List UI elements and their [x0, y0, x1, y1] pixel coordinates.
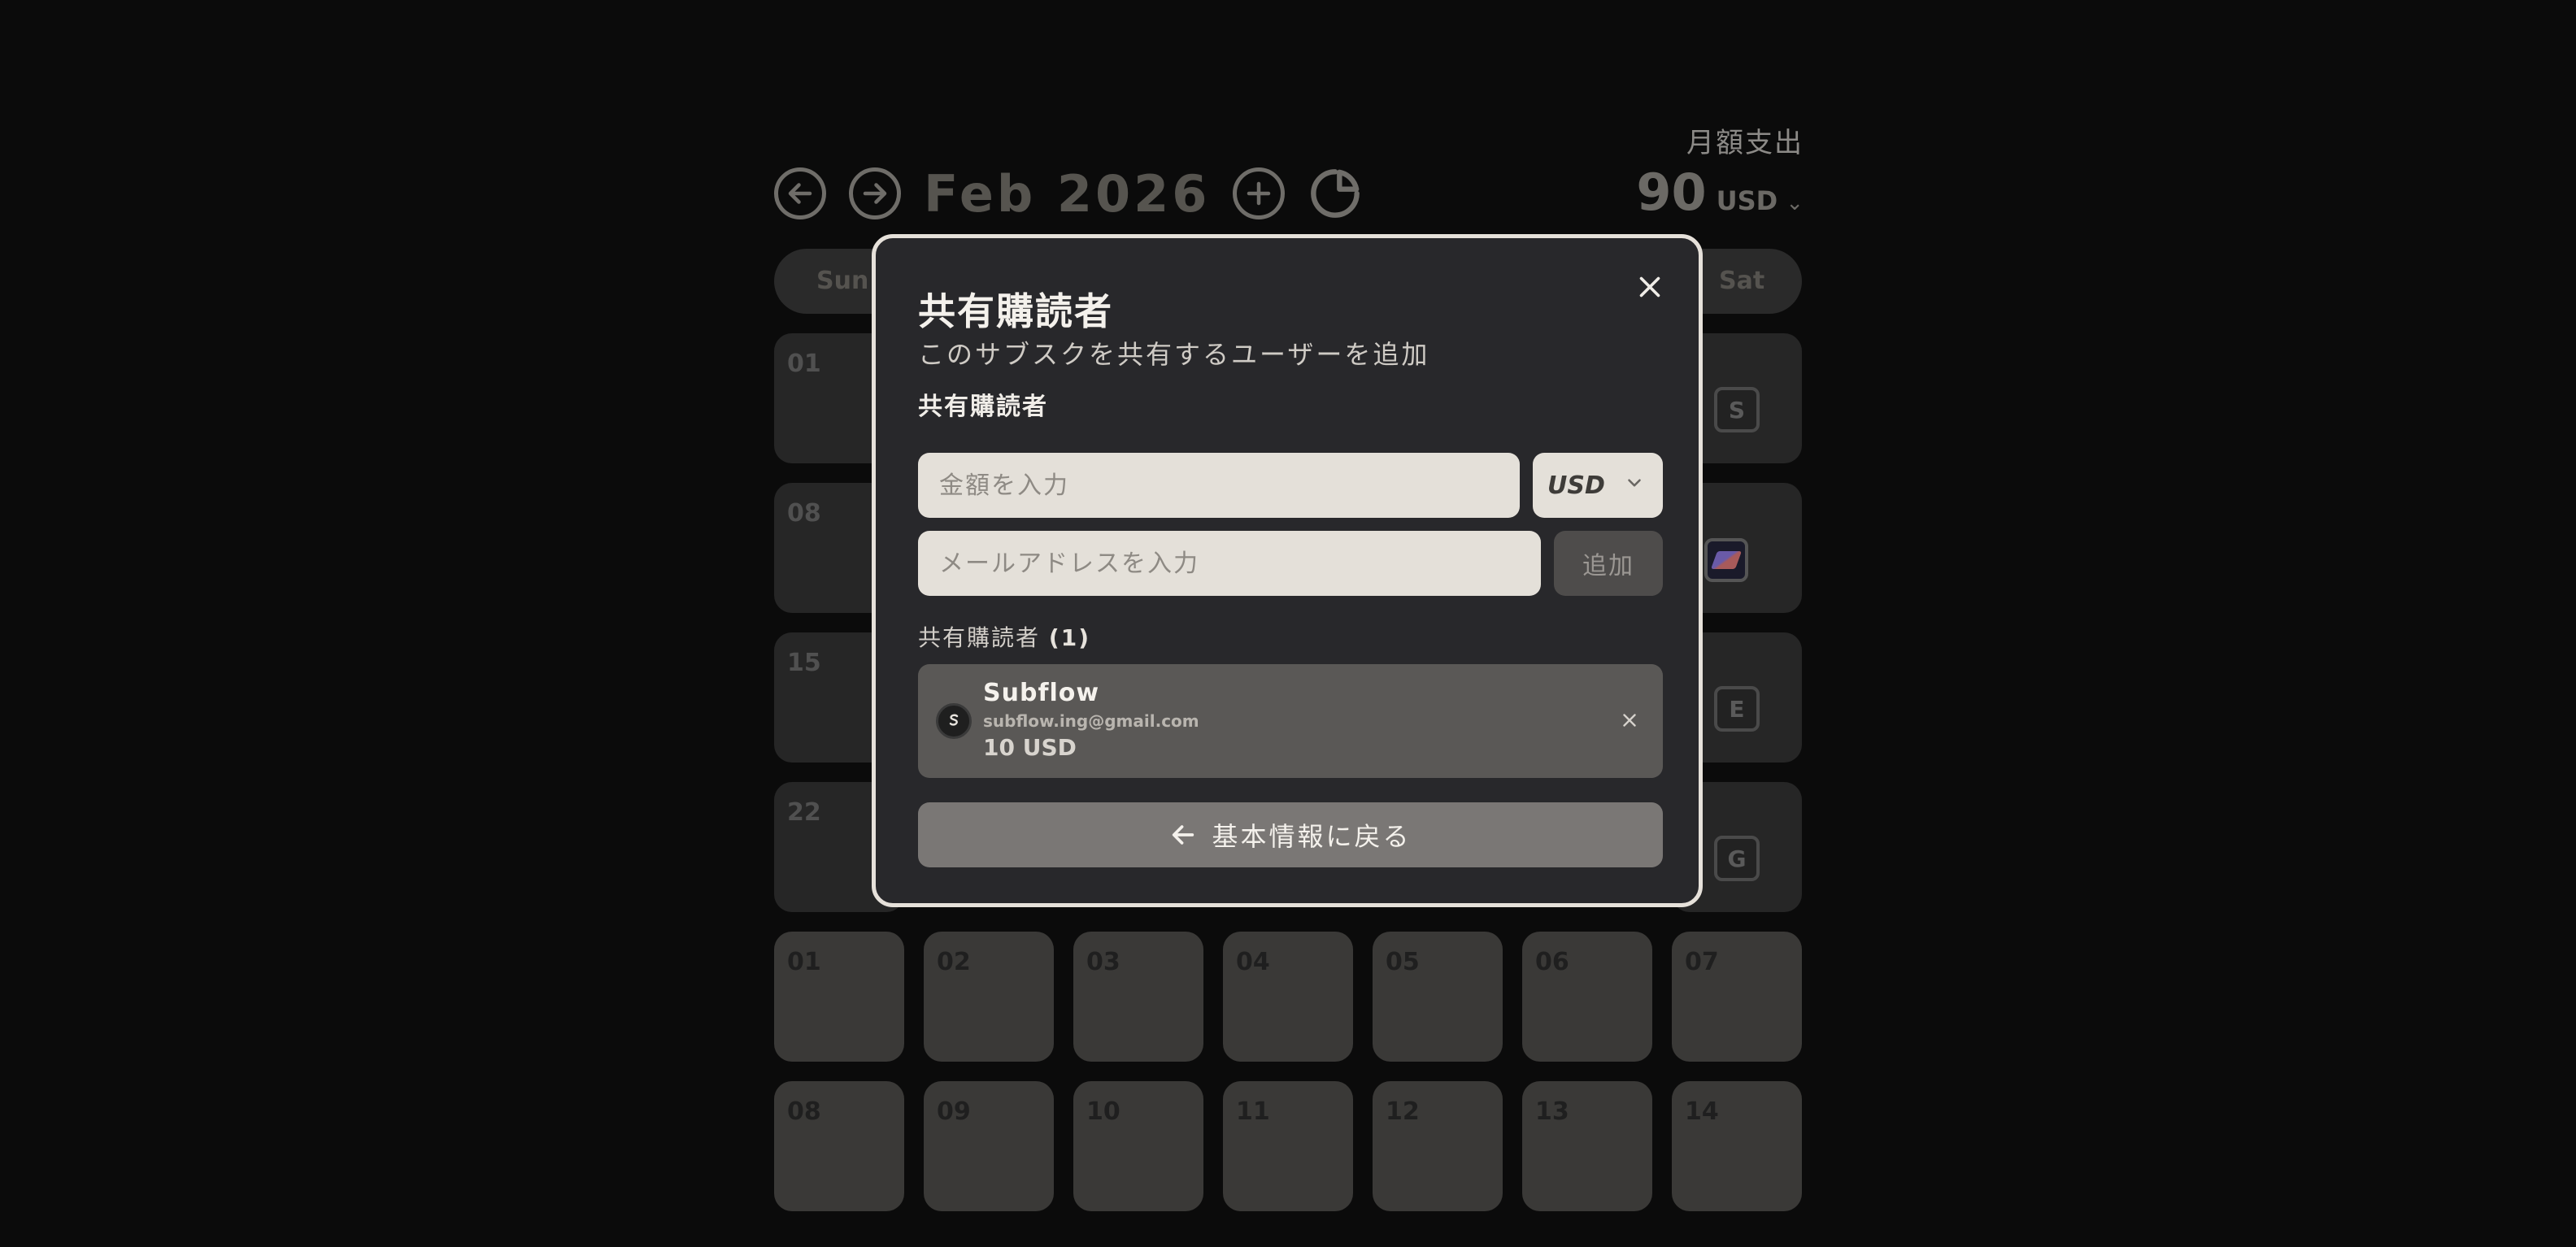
calendar-day[interactable]: 13	[1522, 1081, 1652, 1211]
calendar-header: Feb 2026	[774, 163, 1363, 224]
calendar-day[interactable]: 14	[1672, 1081, 1802, 1211]
weekday-sun: Sun	[816, 267, 869, 295]
subscriber-name: Subflow	[983, 679, 1100, 707]
plus-icon	[1247, 181, 1271, 206]
calendar-day[interactable]: 05	[1373, 932, 1503, 1062]
subscriber-amount: 10 USD	[983, 734, 1077, 761]
day-number: 03	[1086, 948, 1120, 976]
day-number: 01	[787, 350, 821, 378]
subscriber-email: subflow.ing@gmail.com	[983, 711, 1199, 731]
modal-title: 共有購読者	[918, 289, 1113, 333]
day-number: 08	[787, 1097, 821, 1126]
subscription-badge[interactable]: G	[1714, 836, 1760, 881]
arrow-left-icon	[1173, 825, 1194, 845]
chart-view-button[interactable]	[1308, 166, 1363, 221]
calendar-day[interactable]: 04	[1223, 932, 1353, 1062]
calendar-day[interactable]: 08	[774, 1081, 904, 1211]
calendar-day[interactable]: 01	[774, 932, 904, 1062]
total-amount-value: 90	[1636, 163, 1707, 222]
day-number: 09	[937, 1097, 971, 1126]
prev-month-button[interactable]	[774, 167, 826, 219]
back-button-label: 基本情報に戻る	[1212, 821, 1412, 852]
day-number: 10	[1086, 1097, 1120, 1126]
day-number: 14	[1685, 1097, 1719, 1126]
day-number: 13	[1535, 1097, 1569, 1126]
day-number: 01	[787, 948, 821, 976]
currency-select[interactable]: USD	[1533, 453, 1663, 518]
day-number: 08	[787, 499, 821, 528]
calendar-day[interactable]: 11	[1223, 1081, 1353, 1211]
month-title: Feb 2026	[924, 163, 1211, 224]
email-input[interactable]	[918, 531, 1541, 596]
next-month-button[interactable]	[849, 167, 901, 219]
calendar-day[interactable]: 03	[1073, 932, 1203, 1062]
shared-subscribers-modal: 共有購読者 このサブスクを共有するユーザーを追加 共有購読者 USD 追加 共有…	[872, 234, 1703, 907]
subscriber-card: Subflow subflow.ing@gmail.com 10 USD	[918, 664, 1663, 778]
avatar	[936, 703, 972, 739]
calendar-day[interactable]: 10	[1073, 1081, 1203, 1211]
day-number: 22	[787, 798, 821, 827]
calendar-day[interactable]: 06	[1522, 932, 1652, 1062]
day-number: 05	[1386, 948, 1420, 976]
day-number: 02	[937, 948, 971, 976]
arrow-left-icon	[788, 183, 812, 204]
add-subscription-button[interactable]	[1233, 167, 1286, 219]
calendar-day[interactable]: 02	[924, 932, 1054, 1062]
app-root: 月額支出 Feb 2026 90 USD ⌄ Sun Sat 01 7 S 08	[0, 0, 2576, 1247]
calendar-day[interactable]: 07	[1672, 932, 1802, 1062]
monthly-spend-label: 月額支出	[1686, 127, 1804, 159]
subscriber-list-label: 共有購読者 (1)	[918, 620, 1090, 653]
close-button[interactable]	[1630, 267, 1669, 306]
back-to-basic-info-button[interactable]: 基本情報に戻る	[918, 802, 1663, 867]
close-icon	[1623, 714, 1636, 727]
amount-input[interactable]	[918, 453, 1520, 518]
day-number: 11	[1236, 1097, 1270, 1126]
section-label: 共有購読者	[918, 393, 1048, 421]
pie-chart-icon	[1311, 169, 1360, 218]
subscription-badge[interactable]: E	[1714, 686, 1760, 732]
subscriber-list-title: 共有購読者	[918, 624, 1041, 651]
app-logo-icon[interactable]	[1704, 538, 1748, 582]
calendar-day[interactable]: 12	[1373, 1081, 1503, 1211]
day-number: 15	[787, 649, 821, 677]
weekday-sat: Sat	[1719, 267, 1765, 295]
arrow-right-icon	[863, 183, 887, 204]
day-number: 06	[1535, 948, 1569, 976]
currency-value: USD	[1547, 471, 1605, 500]
add-button[interactable]: 追加	[1554, 531, 1663, 596]
day-number: 12	[1386, 1097, 1420, 1126]
modal-subtitle: このサブスクを共有するユーザーを追加	[918, 339, 1430, 370]
subscriber-count: (1)	[1048, 624, 1090, 651]
chevron-down-icon	[1628, 479, 1641, 487]
subscription-badge[interactable]: S	[1714, 387, 1760, 432]
remove-subscriber-button[interactable]	[1619, 710, 1643, 734]
day-number: 04	[1236, 948, 1270, 976]
day-number: 07	[1685, 948, 1719, 976]
subflow-logo-icon	[949, 714, 959, 726]
close-icon	[1639, 276, 1660, 298]
chevron-down-icon: ⌄	[1786, 191, 1804, 215]
total-currency: USD	[1716, 185, 1778, 216]
calendar-day[interactable]: 09	[924, 1081, 1054, 1211]
total-amount[interactable]: 90 USD ⌄	[1636, 163, 1804, 224]
